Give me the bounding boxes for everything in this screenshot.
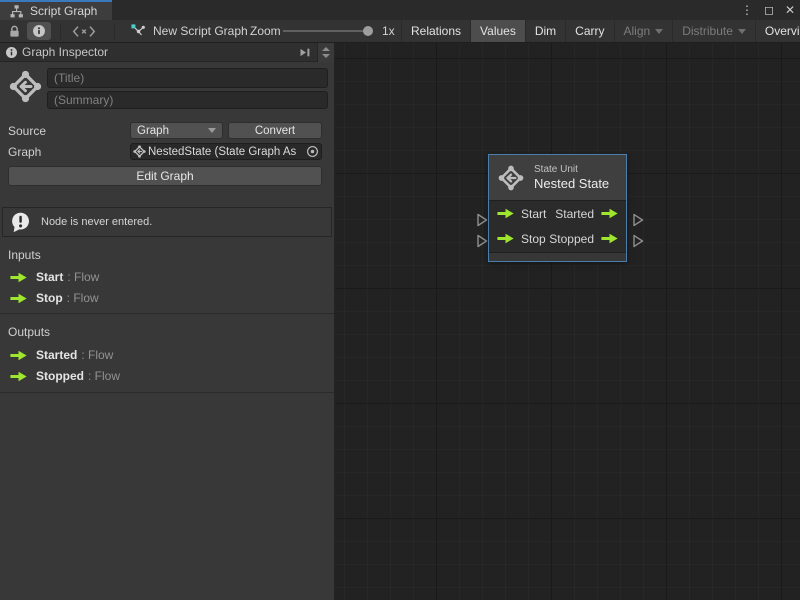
external-output-port-icon[interactable] — [632, 213, 644, 227]
inputs-section-header: Inputs — [8, 248, 41, 262]
graph-title-field[interactable] — [47, 68, 328, 88]
section-divider — [0, 392, 334, 393]
output-port-started[interactable]: Started — [555, 207, 618, 221]
carry-toggle[interactable]: Carry — [565, 20, 613, 42]
warning-bubble-icon — [10, 211, 32, 234]
lock-button[interactable] — [7, 20, 22, 42]
warning-box: Node is never entered. — [2, 207, 332, 237]
new-script-graph-button[interactable]: New Script Graph — [130, 20, 248, 42]
script-graph-asset-icon — [130, 23, 146, 39]
script-graph-hierarchy-icon — [9, 4, 24, 19]
distribute-dropdown[interactable]: Distribute — [672, 20, 755, 42]
graph-object-field[interactable]: NestedState (State Graph As — [130, 143, 322, 160]
tab-script-graph[interactable]: Script Graph — [0, 0, 112, 20]
toolbar-toggle-group: Relations Values Dim Carry Align Distrib… — [401, 20, 800, 42]
zoom-slider-handle[interactable] — [363, 26, 373, 36]
window-menu-icon[interactable]: ⋮ — [741, 0, 753, 20]
info-icon — [5, 46, 18, 59]
graph-toolbar: New Script Graph Zoom 1x Relations Value… — [0, 20, 800, 43]
align-dropdown[interactable]: Align — [614, 20, 673, 42]
flow-arrow-icon — [497, 233, 514, 244]
window-controls: ⋮ ◻ ✕ — [741, 0, 795, 20]
graph-inspector-header: Graph Inspector — [0, 43, 334, 62]
section-divider — [0, 313, 334, 314]
zoom-value: 1x — [382, 20, 395, 42]
flow-arrow-icon — [10, 350, 27, 361]
zoom-slider[interactable] — [283, 30, 373, 32]
preview-code-button[interactable] — [72, 20, 96, 42]
node-port-row: Stop Stopped — [489, 226, 626, 251]
graph-summary-field[interactable] — [47, 91, 328, 109]
flow-arrow-icon — [497, 208, 514, 219]
flow-arrow-icon — [10, 293, 27, 304]
external-input-port-icon[interactable] — [476, 234, 488, 248]
new-script-graph-label: New Script Graph — [153, 24, 248, 38]
flow-arrow-icon — [601, 208, 618, 219]
outputs-section-header: Outputs — [8, 325, 50, 339]
scroll-down-icon[interactable] — [322, 54, 330, 58]
state-unit-icon — [498, 165, 524, 191]
lock-icon — [7, 24, 22, 39]
source-dropdown[interactable]: Graph — [130, 122, 223, 139]
state-unit-icon — [9, 70, 42, 103]
input-port-stop[interactable]: Stop — [497, 232, 546, 246]
output-port-row: Stopped : Flow — [10, 368, 120, 384]
node-footer — [489, 252, 626, 261]
code-icon — [72, 25, 96, 38]
flow-arrow-icon — [10, 272, 27, 283]
window-titlebar: Script Graph ⋮ ◻ ✕ — [0, 0, 800, 20]
node-kind-label: State Unit — [534, 164, 609, 175]
relations-toggle[interactable]: Relations — [401, 20, 470, 42]
graph-object-value: NestedState (State Graph As — [148, 146, 306, 158]
external-input-port-icon[interactable] — [476, 213, 488, 227]
zoom-label: Zoom — [250, 20, 281, 42]
output-port-stopped[interactable]: Stopped — [549, 232, 618, 246]
dock-panel-icon[interactable] — [299, 47, 311, 58]
output-port-row: Started : Flow — [10, 347, 113, 363]
graph-inspector-title: Graph Inspector — [22, 45, 108, 59]
convert-button[interactable]: Convert — [228, 122, 322, 139]
toolbar-separator — [60, 23, 61, 39]
inspector-toggle-button[interactable] — [27, 22, 51, 40]
graph-canvas[interactable]: State Unit Nested State Start Started St… — [335, 43, 800, 600]
external-output-port-icon[interactable] — [632, 234, 644, 248]
inspector-scroll-arrows — [317, 43, 334, 62]
edit-graph-button[interactable]: Edit Graph — [8, 166, 322, 186]
chevron-down-icon — [655, 29, 663, 34]
source-label: Source — [8, 124, 46, 138]
values-toggle[interactable]: Values — [470, 20, 525, 42]
object-picker-icon[interactable] — [306, 145, 319, 158]
chevron-down-icon — [738, 29, 746, 34]
graph-inspector-panel: Graph Inspector Source Graph Convert Gra… — [0, 43, 335, 600]
info-icon — [32, 24, 46, 38]
tab-label: Script Graph — [30, 4, 97, 18]
maximize-icon[interactable]: ◻ — [764, 0, 774, 20]
input-port-start[interactable]: Start — [497, 207, 546, 221]
dim-toggle[interactable]: Dim — [525, 20, 565, 42]
input-port-row: Start : Flow — [10, 269, 99, 285]
warning-text: Node is never entered. — [41, 216, 152, 228]
flow-arrow-icon — [601, 233, 618, 244]
toolbar-separator — [114, 23, 115, 39]
close-icon[interactable]: ✕ — [785, 0, 795, 20]
node-port-row: Start Started — [489, 201, 626, 226]
node-title: Nested State — [534, 176, 609, 191]
chevron-down-icon — [208, 128, 216, 133]
overview-button[interactable]: Overview — [755, 20, 800, 42]
scroll-up-icon[interactable] — [322, 47, 330, 51]
nested-state-node[interactable]: State Unit Nested State Start Started St… — [488, 154, 627, 262]
state-graph-asset-icon — [133, 145, 146, 158]
flow-arrow-icon — [10, 371, 27, 382]
input-port-row: Stop : Flow — [10, 290, 99, 306]
graph-field-label: Graph — [8, 145, 41, 159]
node-header[interactable]: State Unit Nested State — [489, 155, 626, 201]
